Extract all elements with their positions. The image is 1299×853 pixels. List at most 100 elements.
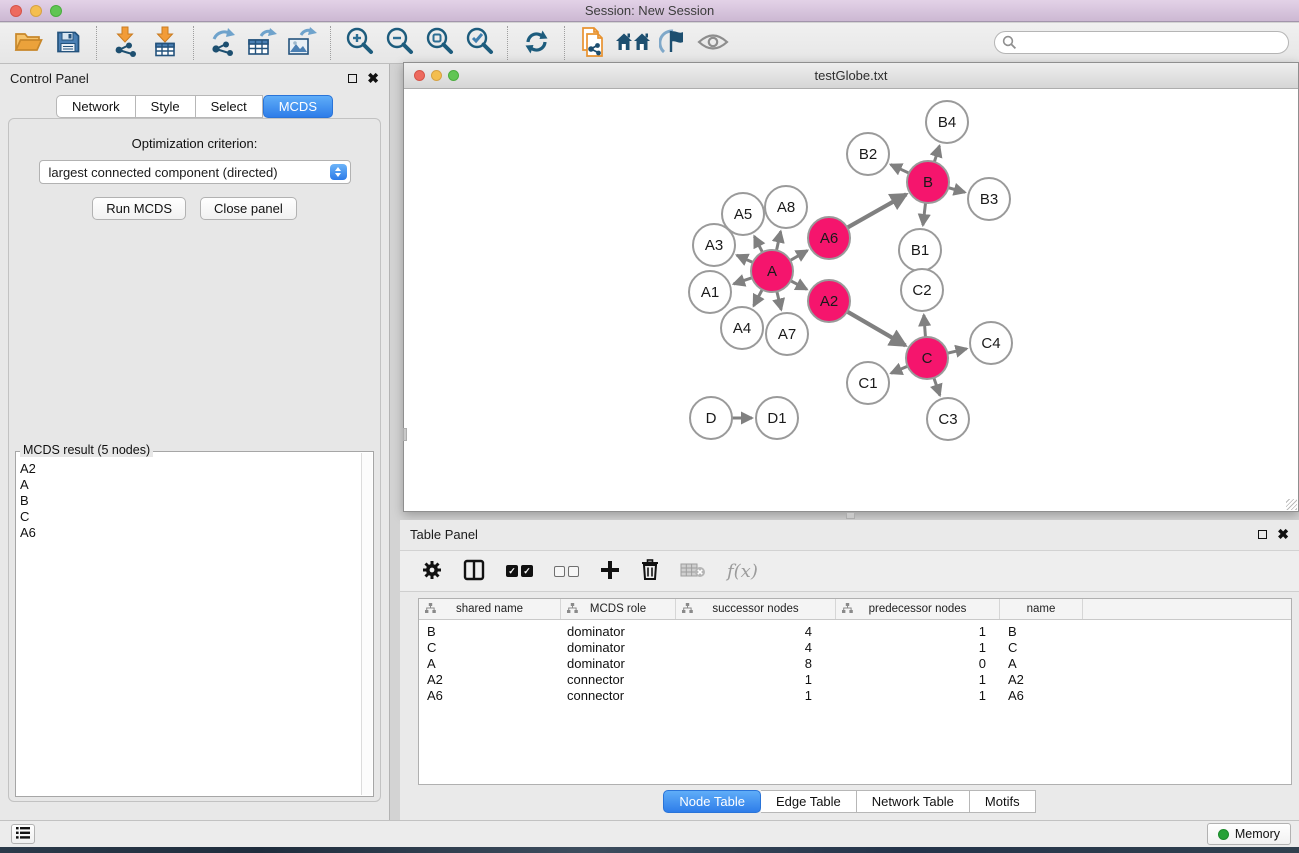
- table-cell[interactable]: 1: [676, 688, 836, 704]
- table-row[interactable]: A6connector11A6: [419, 688, 1291, 704]
- graph-node-b2[interactable]: B2: [847, 133, 889, 175]
- graph-node-c[interactable]: C: [906, 337, 948, 379]
- run-mcds-button[interactable]: Run MCDS: [92, 197, 186, 220]
- result-item[interactable]: A: [20, 477, 360, 493]
- column-header[interactable]: predecessor nodes: [836, 599, 1000, 619]
- table-cell[interactable]: dominator: [561, 640, 676, 656]
- table-cell[interactable]: A2: [1000, 672, 1083, 688]
- window-resize-grip[interactable]: [1286, 499, 1297, 510]
- network-close-button[interactable]: [414, 70, 425, 81]
- table-cell[interactable]: 1: [836, 672, 1000, 688]
- graph-node-a8[interactable]: A8: [765, 186, 807, 228]
- table-cell[interactable]: 4: [676, 640, 836, 656]
- criterion-dropdown[interactable]: largest connected component (directed): [39, 160, 351, 184]
- task-history-button[interactable]: [11, 824, 35, 844]
- select-all-button[interactable]: ✓ ✓: [506, 565, 533, 577]
- table-cell[interactable]: 1: [836, 640, 1000, 656]
- refresh-view-button[interactable]: [516, 25, 556, 61]
- minimize-window-button[interactable]: [30, 5, 42, 17]
- export-network-button[interactable]: [202, 25, 242, 61]
- network-scrollbar-stub[interactable]: [403, 428, 407, 441]
- add-column-button[interactable]: [600, 560, 620, 583]
- zoom-fit-button[interactable]: [419, 25, 459, 61]
- table-cell[interactable]: C: [1000, 640, 1083, 656]
- deselect-all-button[interactable]: [554, 566, 579, 577]
- graph-node-a3[interactable]: A3: [693, 224, 735, 266]
- zoom-in-button[interactable]: [339, 25, 379, 61]
- graph-node-a6[interactable]: A6: [808, 217, 850, 259]
- tab-select[interactable]: Select: [196, 95, 263, 118]
- table-cell[interactable]: 0: [836, 656, 1000, 672]
- graph-node-c1[interactable]: C1: [847, 362, 889, 404]
- table-cell[interactable]: 4: [676, 624, 836, 640]
- table-cell[interactable]: connector: [561, 688, 676, 704]
- table-row[interactable]: Cdominator41C: [419, 640, 1291, 656]
- graph-node-b4[interactable]: B4: [926, 101, 968, 143]
- tab-network[interactable]: Network: [56, 95, 136, 118]
- column-header[interactable]: shared name: [419, 599, 561, 619]
- network-canvas[interactable]: B4B2BB3A8A5A6A3B1AC2A1A2A4A7C4CC1C3DD1: [404, 89, 1298, 511]
- network-minimize-button[interactable]: [431, 70, 442, 81]
- save-session-button[interactable]: [48, 25, 88, 61]
- table-cell[interactable]: 1: [676, 672, 836, 688]
- table-row[interactable]: A2connector11A2: [419, 672, 1291, 688]
- graph-node-a1[interactable]: A1: [689, 271, 731, 313]
- close-panel-button[interactable]: Close panel: [200, 197, 297, 220]
- network-zoom-button[interactable]: [448, 70, 459, 81]
- graph-node-c3[interactable]: C3: [927, 398, 969, 440]
- tab-motifs[interactable]: Motifs: [970, 790, 1036, 813]
- search-input[interactable]: [994, 31, 1289, 54]
- delete-column-button[interactable]: [641, 559, 659, 583]
- close-window-button[interactable]: [10, 5, 22, 17]
- open-network-file-button[interactable]: [573, 25, 613, 61]
- result-item[interactable]: B: [20, 493, 360, 509]
- result-item[interactable]: C: [20, 509, 360, 525]
- zoom-out-button[interactable]: [379, 25, 419, 61]
- tab-edge-table[interactable]: Edge Table: [761, 790, 857, 813]
- tab-network-table[interactable]: Network Table: [857, 790, 970, 813]
- table-cell[interactable]: A: [1000, 656, 1083, 672]
- table-cell[interactable]: C: [419, 640, 561, 656]
- first-neighbors-button[interactable]: [613, 25, 653, 61]
- table-row[interactable]: Adominator80A: [419, 656, 1291, 672]
- table-cell[interactable]: connector: [561, 672, 676, 688]
- graph-node-b[interactable]: B: [907, 161, 949, 203]
- graph-node-b1[interactable]: B1: [899, 229, 941, 271]
- column-header[interactable]: name: [1000, 599, 1083, 619]
- zoom-window-button[interactable]: [50, 5, 62, 17]
- graph-node-d1[interactable]: D1: [756, 397, 798, 439]
- table-cell[interactable]: dominator: [561, 624, 676, 640]
- graph-node-c4[interactable]: C4: [970, 322, 1012, 364]
- table-cell[interactable]: B: [419, 624, 561, 640]
- column-header[interactable]: successor nodes: [676, 599, 836, 619]
- result-scrollbar[interactable]: [361, 453, 372, 795]
- node-table[interactable]: shared nameMCDS rolesuccessor nodesprede…: [418, 598, 1292, 785]
- graph-node-c2[interactable]: C2: [901, 269, 943, 311]
- import-table-button[interactable]: [145, 25, 185, 61]
- table-row[interactable]: Bdominator41B: [419, 624, 1291, 640]
- import-network-button[interactable]: [105, 25, 145, 61]
- float-panel-icon[interactable]: [348, 74, 357, 83]
- table-settings-button[interactable]: [422, 560, 442, 583]
- graph-node-d[interactable]: D: [690, 397, 732, 439]
- delete-table-button[interactable]: [680, 561, 706, 582]
- network-scrollbar-stub[interactable]: [846, 512, 855, 519]
- close-panel-icon[interactable]: ✖: [367, 73, 379, 83]
- eye-button[interactable]: [693, 25, 733, 61]
- table-cell[interactable]: A6: [1000, 688, 1083, 704]
- tab-node-table[interactable]: Node Table: [663, 790, 761, 813]
- table-cell[interactable]: B: [1000, 624, 1083, 640]
- graph-node-a4[interactable]: A4: [721, 307, 763, 349]
- network-window-titlebar[interactable]: testGlobe.txt: [404, 63, 1298, 89]
- function-builder-button[interactable]: f(x): [727, 561, 758, 582]
- export-table-button[interactable]: [242, 25, 282, 61]
- tab-style[interactable]: Style: [136, 95, 196, 118]
- table-cell[interactable]: A6: [419, 688, 561, 704]
- graph-node-b3[interactable]: B3: [968, 178, 1010, 220]
- table-cell[interactable]: A: [419, 656, 561, 672]
- float-table-panel-icon[interactable]: [1258, 530, 1267, 539]
- table-cell[interactable]: 1: [836, 688, 1000, 704]
- table-cell[interactable]: dominator: [561, 656, 676, 672]
- graph-node-a[interactable]: A: [751, 250, 793, 292]
- graph-node-a7[interactable]: A7: [766, 313, 808, 355]
